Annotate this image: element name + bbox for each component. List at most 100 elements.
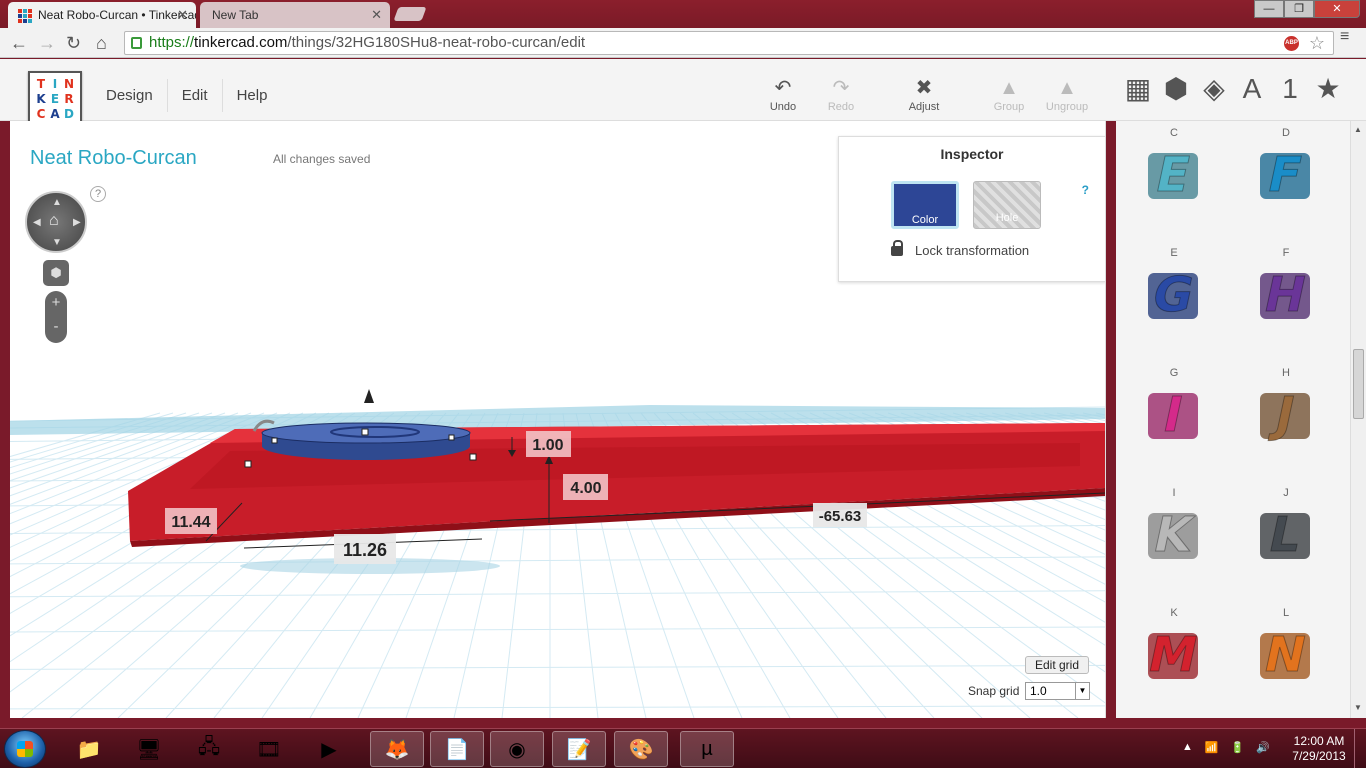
documents-icon[interactable]: 📄 — [430, 731, 484, 767]
chrome-icon[interactable]: ◉ — [490, 731, 544, 767]
chrome-menu-icon[interactable]: ≡ — [1340, 29, 1356, 45]
tinkercad-logo[interactable]: TIN KER CAD — [28, 71, 82, 125]
view-icons: ▦ ⬢ ◈ A 1 ★ — [1124, 73, 1342, 105]
dimension-label-depth[interactable]: 11.44 — [165, 508, 217, 534]
undo-button[interactable]: ↶ Undo — [753, 77, 813, 113]
dimension-label-width[interactable]: 11.26 — [334, 534, 396, 564]
menu-edit[interactable]: Edit — [166, 79, 222, 112]
edit-grid-button[interactable]: Edit grid — [1025, 656, 1090, 674]
shape-letter-h[interactable]: H — [1246, 253, 1326, 333]
home-view-icon[interactable]: ⌂ — [49, 212, 59, 230]
control-panel-icon[interactable]: 🖥 — [122, 731, 176, 767]
writer-icon[interactable]: 📝 — [552, 731, 606, 767]
lock-transformation-toggle[interactable]: Lock transformation — [891, 240, 1029, 258]
shape-thumbnail-icon: J — [1260, 387, 1310, 443]
project-title[interactable]: Neat Robo-Curcan — [30, 147, 197, 170]
reload-icon[interactable]: ↻ — [66, 33, 81, 53]
menu-design[interactable]: Design — [92, 79, 167, 112]
forward-arrow-icon[interactable]: → — [38, 33, 56, 53]
shape-letter-g[interactable]: G — [1134, 253, 1214, 333]
scroll-down-icon[interactable]: ▼ — [1354, 703, 1362, 712]
window-controls: — ❐ ✕ — [1254, 0, 1360, 18]
color-button[interactable]: Color — [891, 181, 959, 229]
view-cube-icon[interactable]: ⬢ — [43, 260, 69, 286]
number-one-icon[interactable]: 1 — [1276, 73, 1304, 105]
resize-handle[interactable] — [469, 453, 477, 461]
back-arrow-icon[interactable]: ← — [10, 33, 28, 53]
orbit-up-icon[interactable]: ▲ — [52, 197, 62, 208]
favicon-cell — [28, 14, 32, 18]
resize-handle[interactable] — [244, 460, 252, 468]
shape-letter-l[interactable]: L — [1246, 493, 1326, 573]
firefox-icon[interactable]: 🦊 — [370, 731, 424, 767]
start-button[interactable] — [4, 730, 46, 768]
network-icon[interactable]: 📶 — [1205, 741, 1219, 754]
wireframe-icon[interactable]: ◈ — [1200, 73, 1228, 105]
workplane-icon[interactable]: ▦ — [1124, 73, 1152, 105]
paint-icon[interactable]: 🎨 — [614, 731, 668, 767]
zoom-out-button[interactable]: - — [45, 315, 67, 339]
dimension-label-x-position[interactable]: -65.63 — [813, 503, 867, 527]
adjust-button[interactable]: ✖ Adjust — [894, 77, 954, 113]
menu-help[interactable]: Help — [221, 79, 282, 112]
lift-arrow-icon[interactable] — [364, 389, 374, 403]
maximize-button[interactable]: ❐ — [1284, 0, 1314, 18]
video-player-icon[interactable]: ▶ — [302, 731, 356, 767]
bookmark-star-icon[interactable]: ☆ — [1309, 32, 1325, 54]
inspector-panel: Inspector ? Color Hole Lock transformati… — [838, 136, 1105, 282]
shape-letter-i[interactable]: I — [1134, 373, 1214, 453]
orbit-left-icon[interactable]: ◀ — [33, 217, 41, 228]
padlock-icon — [891, 240, 903, 256]
utorrent-icon[interactable]: µ — [680, 731, 734, 767]
resize-handle[interactable] — [271, 437, 278, 444]
letter-a-icon[interactable]: A — [1238, 73, 1266, 105]
hole-button[interactable]: Hole — [973, 181, 1041, 229]
shape-letter-n[interactable]: N — [1246, 613, 1326, 693]
address-bar[interactable]: https://tinkercad.com/things/32HG180SHu8… — [124, 31, 1334, 55]
dimension-label-height[interactable]: 1.00 — [526, 431, 571, 457]
library-scrollbar[interactable]: ▲ ▼ — [1350, 121, 1366, 718]
show-desktop-button[interactable] — [1354, 729, 1366, 768]
navigation-help-icon[interactable]: ? — [90, 186, 106, 202]
minimize-button[interactable]: — — [1254, 0, 1284, 18]
shape-letter-m[interactable]: M — [1134, 613, 1214, 693]
volume-icon[interactable]: 🔊 — [1256, 741, 1270, 754]
tray-expand-icon[interactable]: ▲ — [1182, 741, 1193, 754]
home-icon[interactable]: ⌂ — [96, 33, 107, 53]
dimension-width-text: 11.26 — [343, 540, 387, 560]
shape-letter-f[interactable]: F — [1246, 133, 1326, 213]
adblock-icon[interactable]: ABP — [1284, 36, 1299, 51]
snap-grid-select[interactable]: 1.0 ▼ — [1025, 682, 1090, 700]
star-icon[interactable]: ★ — [1314, 73, 1342, 105]
tab-close-icon[interactable]: ✕ — [371, 7, 382, 23]
tab-tinkercad[interactable]: Neat Robo-Curcan • Tinkercad ✕ — [8, 2, 196, 28]
system-clock[interactable]: 12:00 AM 7/29/2013 — [1288, 734, 1350, 764]
orbit-down-icon[interactable]: ▼ — [52, 237, 62, 248]
media-player-icon[interactable]: 🎞 — [242, 731, 296, 767]
scrollbar-thumb[interactable] — [1353, 349, 1364, 419]
resize-handle[interactable] — [361, 428, 369, 436]
tab-close-icon[interactable]: ✕ — [177, 7, 188, 23]
box-icon[interactable]: ⬢ — [1162, 73, 1190, 105]
dimension-label-elevation[interactable]: 4.00 — [563, 474, 608, 500]
orbit-right-icon[interactable]: ▶ — [73, 217, 81, 228]
group-button[interactable]: ▲ Group — [979, 77, 1039, 113]
tab-new-tab[interactable]: New Tab ✕ — [200, 2, 390, 28]
shape-letter-j[interactable]: J — [1246, 373, 1326, 453]
shape-letter-e[interactable]: E — [1134, 133, 1214, 213]
file-explorer-icon[interactable]: 📁 — [62, 731, 116, 767]
new-tab-button[interactable] — [393, 7, 427, 21]
ungroup-button[interactable]: ▲ Ungroup — [1037, 77, 1097, 113]
resize-handle[interactable] — [448, 434, 455, 441]
inspector-help-icon[interactable]: ? — [1082, 183, 1089, 197]
redo-button[interactable]: ↷ Redo — [811, 77, 871, 113]
shape-letter-k[interactable]: K — [1134, 493, 1214, 573]
orbit-control[interactable]: ▲ ▼ ◀ ▶ ⌂ — [25, 191, 87, 253]
close-window-button[interactable]: ✕ — [1314, 0, 1360, 18]
network-app-icon[interactable]: 🖧 — [182, 731, 236, 767]
scroll-up-icon[interactable]: ▲ — [1354, 125, 1362, 134]
zoom-in-button[interactable]: + — [45, 291, 67, 315]
battery-icon[interactable]: 🔋 — [1231, 741, 1245, 754]
workplane-viewport[interactable]: 1.00 4.00 11.44 11.26 -65.63 Neat Robo-C… — [10, 121, 1106, 718]
logo-letter: C — [36, 107, 46, 121]
